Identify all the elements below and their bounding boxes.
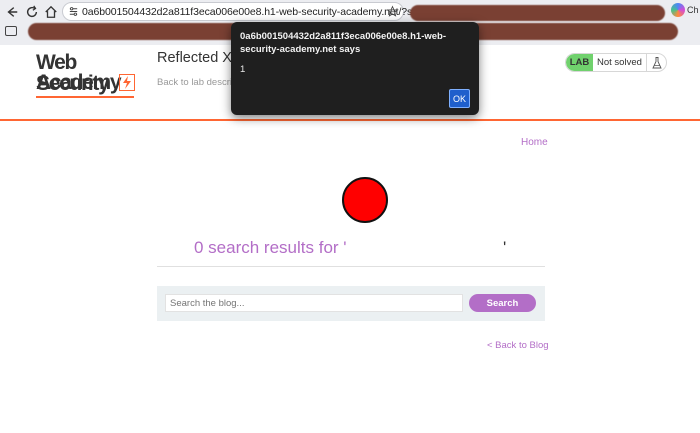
tab-actions-icon[interactable]: [5, 26, 17, 36]
dialog-message: 1: [240, 64, 246, 75]
lab-status-widget: LAB Not solved: [565, 53, 667, 72]
web-security-academy-logo[interactable]: Web Security Academy: [36, 52, 146, 98]
search-form: Search: [157, 286, 545, 321]
alert-dialog: 0a6b001504432d2a811f3eca006e00e8.h1-web-…: [231, 22, 479, 115]
site-info-icon[interactable]: [68, 6, 79, 17]
search-input[interactable]: [165, 294, 463, 312]
home-icon[interactable]: [42, 3, 60, 21]
lab-badge: LAB: [566, 54, 593, 71]
back-to-blog-link[interactable]: < Back to Blog: [487, 340, 549, 351]
dialog-ok-button[interactable]: OK: [449, 89, 470, 108]
logo-underline: [36, 96, 134, 98]
extension-label: Ch: [687, 5, 699, 15]
reload-icon[interactable]: [23, 3, 41, 21]
lab-status-text: Not solved: [597, 57, 642, 68]
back-arrow-icon[interactable]: [3, 3, 21, 21]
bookmark-star-icon[interactable]: [386, 5, 399, 18]
flask-icon: [646, 54, 666, 71]
dialog-title: 0a6b001504432d2a811f3eca006e00e8.h1-web-…: [240, 31, 446, 55]
redaction-bar: [410, 5, 665, 21]
back-to-lab-description-link[interactable]: Back to lab descrip: [157, 77, 237, 88]
lightning-bolt-icon: [119, 74, 135, 91]
injected-red-circle: [342, 177, 388, 223]
address-bar[interactable]: 0a6b001504432d2a811f3eca006e00e8.h1-web-…: [62, 2, 453, 21]
lab-title: Reflected XS: [157, 50, 242, 66]
search-button[interactable]: Search: [469, 294, 536, 312]
search-results-heading: 0 search results for ': [194, 238, 347, 257]
logo-line2: Academy: [36, 71, 122, 94]
home-link[interactable]: Home: [521, 137, 548, 148]
results-divider: [157, 266, 545, 267]
search-results-closing-quote: ': [503, 238, 507, 257]
copilot-icon[interactable]: [671, 3, 685, 17]
